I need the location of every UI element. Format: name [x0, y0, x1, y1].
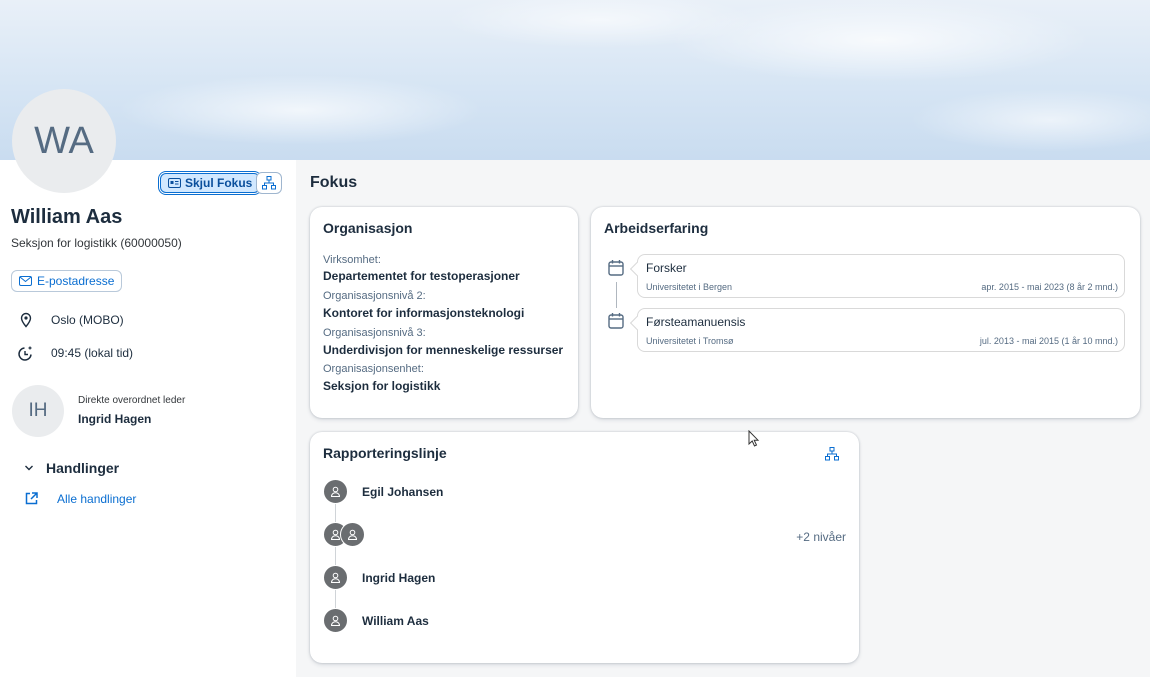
experience-title: Arbeidserfaring — [604, 220, 709, 236]
org-value: Kontoret for informasjonsteknologi — [323, 306, 525, 320]
experience-period: jul. 2013 - mai 2015 (1 år 10 mnd.) — [979, 336, 1118, 346]
email-label: E-postadresse — [37, 274, 115, 288]
person-icon — [323, 565, 348, 590]
reporting-person-self[interactable]: William Aas — [323, 608, 429, 633]
chevron-down-icon — [25, 465, 33, 471]
local-time-text: 09:45 (lokal tid) — [51, 346, 134, 360]
organisation-title: Organisasjon — [323, 220, 413, 236]
clock-moon-icon — [18, 346, 32, 361]
experience-period: apr. 2015 - mai 2023 (8 år 2 mnd.) — [981, 282, 1118, 292]
hidden-levels-group[interactable] — [323, 522, 368, 547]
calendar-icon — [608, 260, 624, 276]
calendar-icon — [608, 313, 624, 329]
profile-initials: WA — [34, 119, 94, 162]
experience-role: Forsker — [646, 261, 687, 275]
id-card-icon — [168, 178, 181, 188]
profile-avatar: WA — [12, 89, 116, 193]
reporting-person-name: Ingrid Hagen — [362, 570, 436, 585]
org-value: Underdivisjon for menneskelige ressurser — [323, 343, 564, 357]
envelope-icon — [19, 276, 32, 286]
org-label: Organisasjonsenhet: — [323, 363, 424, 375]
profile-unit: Seksjon for logistikk (60000050) — [11, 236, 182, 250]
organisation-card: Organisasjon Virksomhet: Departementet f… — [310, 207, 578, 418]
manager-initials: IH — [28, 400, 48, 421]
all-actions-label: Alle handlinger — [57, 491, 137, 506]
experience-org: Universitetet i Tromsø — [646, 336, 734, 346]
mouse-cursor-icon — [748, 430, 760, 447]
reporting-line-card: Rapporteringslinje Egil Johansen +2 nivå… — [310, 432, 859, 663]
experience-role: Førsteamanuensis — [646, 315, 746, 329]
hide-focus-label: Skjul Fokus — [185, 176, 253, 190]
reporting-connector — [335, 546, 336, 566]
org-value: Seksjon for logistikk — [323, 379, 441, 393]
org-label: Organisasjonsnivå 3: — [323, 327, 426, 339]
experience-item[interactable]: Førsteamanuensis Universitetet i Tromsø … — [637, 308, 1125, 352]
location-text: Oslo (MOBO) — [51, 313, 124, 327]
external-action-icon — [25, 492, 38, 505]
experience-card: Arbeidserfaring Forsker Universitetet i … — [591, 207, 1140, 418]
person-icon — [340, 522, 365, 547]
person-icon — [323, 479, 348, 504]
local-time-row: 09:45 (lokal tid) — [18, 345, 133, 361]
header-banner — [0, 0, 1150, 160]
actions-heading: Handlinger — [46, 460, 120, 476]
org-label: Organisasjonsnivå 2: — [323, 290, 426, 302]
person-icon — [323, 608, 348, 633]
experience-org: Universitetet i Bergen — [646, 282, 733, 292]
org-chart-icon[interactable] — [825, 447, 839, 461]
org-label: Virksomhet: — [323, 254, 381, 266]
location-row: Oslo (MOBO) — [18, 312, 124, 328]
location-pin-icon — [20, 312, 32, 328]
org-value: Departementet for testoperasjoner — [323, 269, 520, 283]
manager-name[interactable]: Ingrid Hagen — [78, 412, 151, 426]
experience-item[interactable]: Forsker Universitetet i Bergen apr. 2015… — [637, 254, 1125, 298]
profile-name: William Aas — [11, 206, 123, 228]
manager-label: Direkte overordnet leder — [78, 395, 186, 406]
org-chart-icon — [262, 176, 276, 190]
reporting-person-manager[interactable]: Ingrid Hagen — [323, 565, 435, 590]
manager-avatar[interactable]: IH — [12, 385, 64, 437]
more-levels-label[interactable]: +2 nivåer — [796, 530, 846, 544]
reporting-line-title: Rapporteringslinje — [323, 445, 447, 461]
reporting-person-top[interactable]: Egil Johansen — [323, 479, 443, 504]
all-actions-link[interactable]: Alle handlinger — [24, 491, 136, 506]
org-chart-button[interactable] — [256, 172, 282, 194]
actions-toggle[interactable]: Handlinger — [24, 460, 119, 476]
reporting-person-name: Egil Johansen — [362, 484, 444, 499]
hide-focus-button[interactable]: Skjul Fokus — [160, 173, 261, 193]
focus-title: Fokus — [310, 174, 358, 191]
reporting-person-name: William Aas — [362, 613, 429, 628]
email-button[interactable]: E-postadresse — [11, 270, 123, 292]
timeline-connector — [616, 282, 617, 308]
reporting-connector — [335, 589, 336, 609]
reporting-connector — [335, 504, 336, 522]
